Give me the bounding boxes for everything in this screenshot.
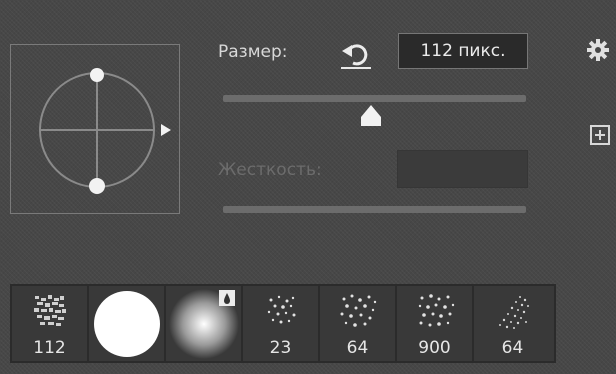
scatter-brush-icon bbox=[340, 294, 376, 327]
plus-square-icon[interactable] bbox=[590, 125, 610, 145]
brush-preset-soft-round[interactable] bbox=[166, 286, 243, 361]
triangle-right-icon bbox=[161, 124, 171, 136]
roundness-handle-bottom bbox=[89, 178, 105, 194]
brush-preset-texture[interactable]: 112 bbox=[12, 286, 89, 361]
brush-texture-icon bbox=[33, 295, 66, 326]
scatter-brush-icon bbox=[267, 295, 295, 324]
scatter-brush-icon bbox=[418, 294, 454, 327]
brush-angle-preview[interactable] bbox=[10, 44, 180, 214]
gear-icon[interactable] bbox=[585, 37, 611, 63]
size-slider-thumb[interactable] bbox=[358, 104, 384, 128]
brush-preset-hard-round[interactable] bbox=[89, 286, 166, 361]
brush-size-label: 64 bbox=[501, 338, 524, 358]
hardness-input bbox=[397, 150, 528, 188]
hardness-slider-track bbox=[223, 206, 526, 213]
brush-size-label: 900 bbox=[418, 338, 451, 358]
brush-preset-strip: 112 23 64 900 64 bbox=[10, 284, 556, 363]
hard-round-brush-icon bbox=[93, 291, 160, 357]
hardness-label: Жесткость: bbox=[218, 160, 322, 180]
brush-size-label: 64 bbox=[346, 338, 369, 358]
brush-preset-scatter-3[interactable]: 900 bbox=[397, 286, 474, 361]
brush-preset-spray[interactable]: 64 bbox=[474, 286, 551, 361]
brush-preset-scatter-1[interactable]: 23 bbox=[243, 286, 320, 361]
brush-tip-diagram bbox=[39, 68, 171, 194]
spray-brush-icon bbox=[498, 296, 529, 329]
size-input[interactable]: 112 пикс. bbox=[398, 33, 528, 69]
roundness-handle-top bbox=[90, 68, 104, 82]
brush-size-label: 112 bbox=[33, 338, 66, 358]
size-slider-track[interactable] bbox=[223, 95, 526, 102]
brush-size-label: 23 bbox=[269, 338, 292, 358]
size-label: Размер: bbox=[218, 42, 288, 62]
pressure-drop-icon bbox=[219, 290, 235, 306]
reset-underline bbox=[341, 67, 371, 69]
brush-preset-scatter-2[interactable]: 64 bbox=[320, 286, 397, 361]
